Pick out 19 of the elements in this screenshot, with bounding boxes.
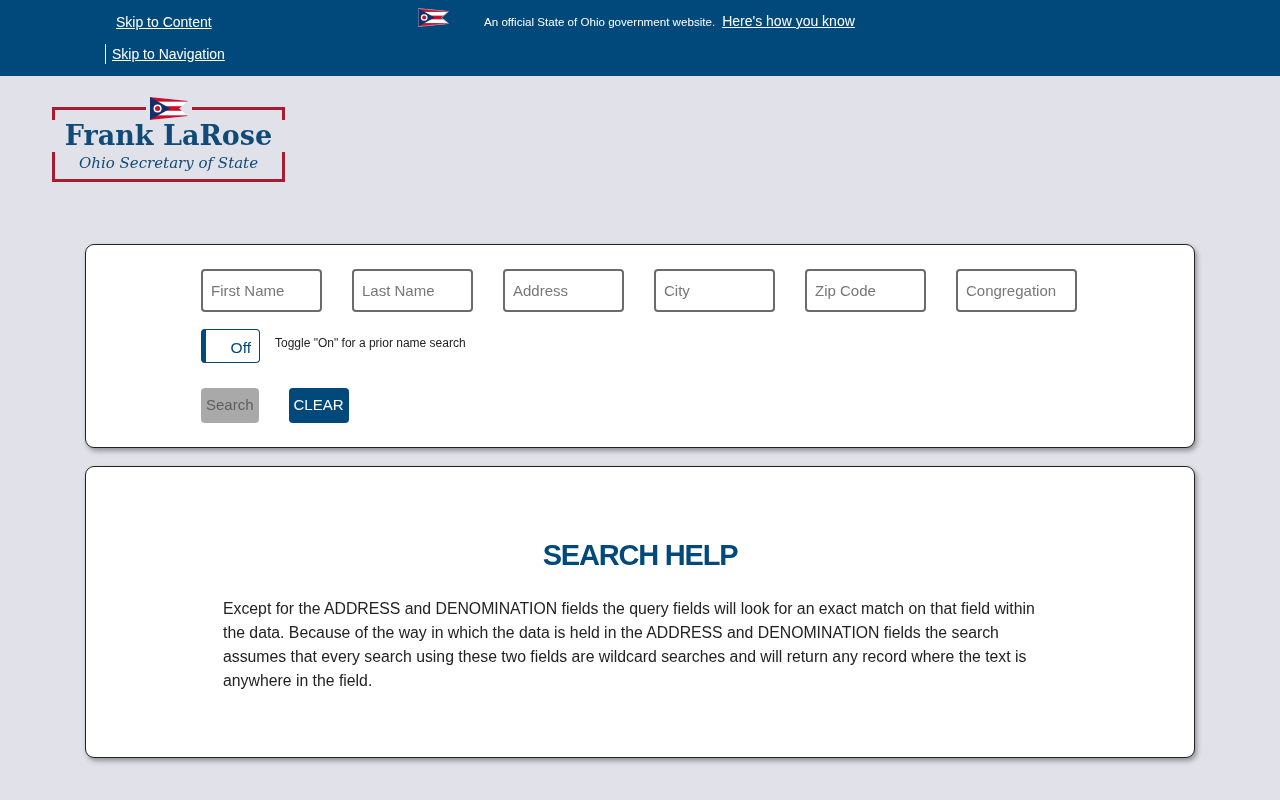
skip-link[interactable]: Skip to Navigation — [105, 44, 225, 64]
ohio-flag-icon — [149, 97, 188, 120]
logo-name-text: Frank LaRose — [52, 120, 285, 152]
official-notice-text: An official State of Ohio government website. — [484, 14, 716, 30]
clear-button[interactable]: CLEAR — [288, 388, 349, 423]
logo-subtitle-text: Ohio Secretary of State — [77, 153, 259, 174]
how-you-know-link[interactable]: Here's how you know — [722, 11, 855, 32]
help-heading: SEARCH HELP — [541, 538, 739, 572]
ohio-flag-icon — [418, 8, 449, 27]
text-input-field[interactable]: City — [654, 269, 775, 312]
skip-link[interactable]: Skip to Content — [116, 12, 212, 32]
toggle-switch[interactable]: Off — [201, 329, 260, 363]
text-input-field[interactable]: First Name — [201, 269, 322, 312]
toggle-description-text: Toggle "On" for a prior name search — [275, 335, 466, 352]
text-input-field[interactable]: Last Name — [352, 269, 473, 312]
text-input-field[interactable]: Address — [503, 269, 624, 312]
text-input-field[interactable]: Zip Code — [805, 269, 926, 312]
help-paragraph: Except for the ADDRESS and DENOMINATION fields the query fields will look for an exact match on that field within the data. Because of the way in which the data is held in the ADDRESS and DENOMINATION fields the search assumes that every search using these two fields are wildcard searches and will return any record where the text is anywhere in the field. — [223, 599, 1036, 691]
text-input-field[interactable]: Congregation — [956, 269, 1077, 312]
